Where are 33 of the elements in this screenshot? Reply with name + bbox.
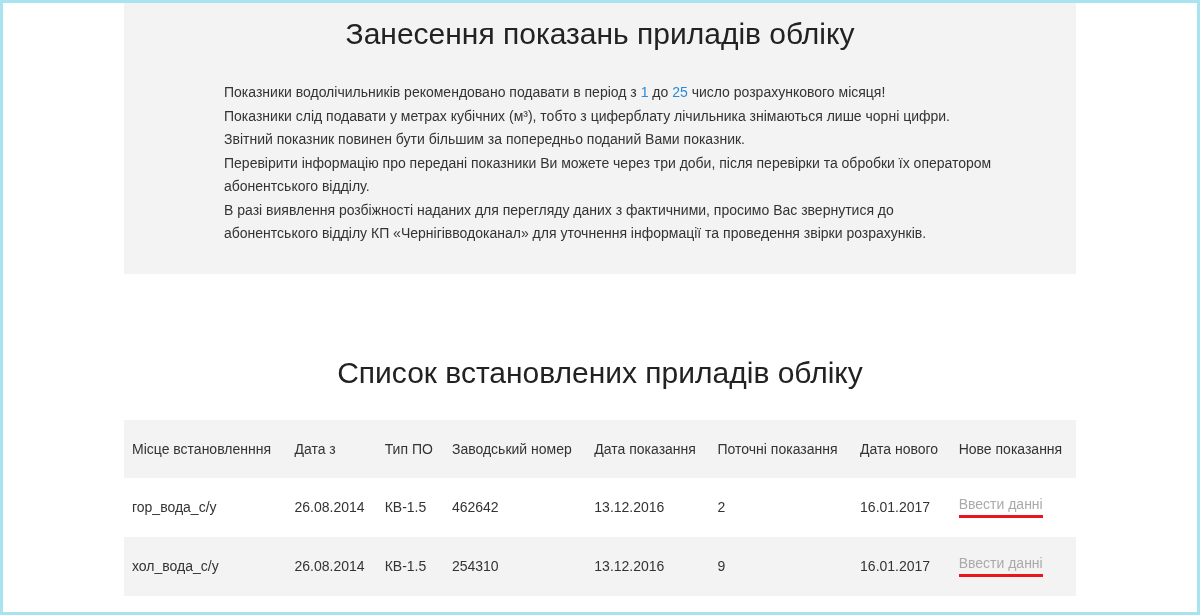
column-header: Дата показання	[586, 419, 710, 478]
table-cell: 16.01.2017	[852, 477, 951, 537]
info-text: Показники водолічильників рекомендовано подавати в період з 1 до 25 число розрахункового місяця!	[224, 83, 886, 102]
table-cell: 462642	[443, 477, 587, 537]
table-cell: 13.12.2016	[586, 477, 710, 537]
column-header: Тип ПО	[376, 419, 444, 478]
table-cell: КВ-1.5	[376, 536, 444, 596]
column-header: Поточні показання	[709, 419, 853, 478]
table-cell: 9	[709, 536, 853, 596]
table-cell: гор_вода_с/у	[124, 477, 287, 537]
info-text: Звітний показник повинен бути більшим за попередньо поданий Вами показник.	[224, 130, 745, 149]
column-header: Дата з	[286, 419, 377, 478]
column-header: Місце встановленння	[124, 419, 287, 478]
table-cell: 26.08.2014	[286, 536, 377, 596]
info-text: абонентського відділу.	[224, 177, 370, 196]
table-cell: 13.12.2016	[586, 536, 710, 596]
table-cell: 16.01.2017	[852, 536, 951, 596]
table-cell: 2	[709, 477, 853, 537]
column-header: Нове показання	[950, 419, 1076, 478]
info-text: Показники слід подавати у метрах кубічних (м³), тобто з циферблату лічильника знімаються лише чорні цифри.	[224, 106, 950, 126]
column-header: Дата нового	[852, 419, 951, 478]
info-text: Перевірити інформацію про передані показники Ви можете через три доби, після перевірки та обробки їх оператором	[224, 153, 992, 173]
column-header: Заводський номер	[443, 419, 587, 478]
section-title: Список встановлених приладів обліку	[337, 355, 863, 390]
info-text: абонентського відділу КП «Чернігівводоканал» для уточнення інформації та проведення звірки розрахунків.	[224, 224, 927, 243]
enter-data-link[interactable]: Ввести данні	[958, 496, 1043, 518]
table-cell: КВ-1.5	[376, 477, 444, 537]
page-title: Занесення показань приладів обліку	[345, 17, 855, 51]
table-cell: хол_вода_с/у	[124, 536, 287, 596]
table-cell: 254310	[443, 536, 587, 596]
enter-data-link[interactable]: Ввести данні	[958, 555, 1043, 577]
info-text: В разі виявлення розбіжності наданих для перегляду даних з фактичними, просимо Вас звернутися до	[224, 200, 894, 220]
table-cell: 26.08.2014	[286, 477, 377, 537]
